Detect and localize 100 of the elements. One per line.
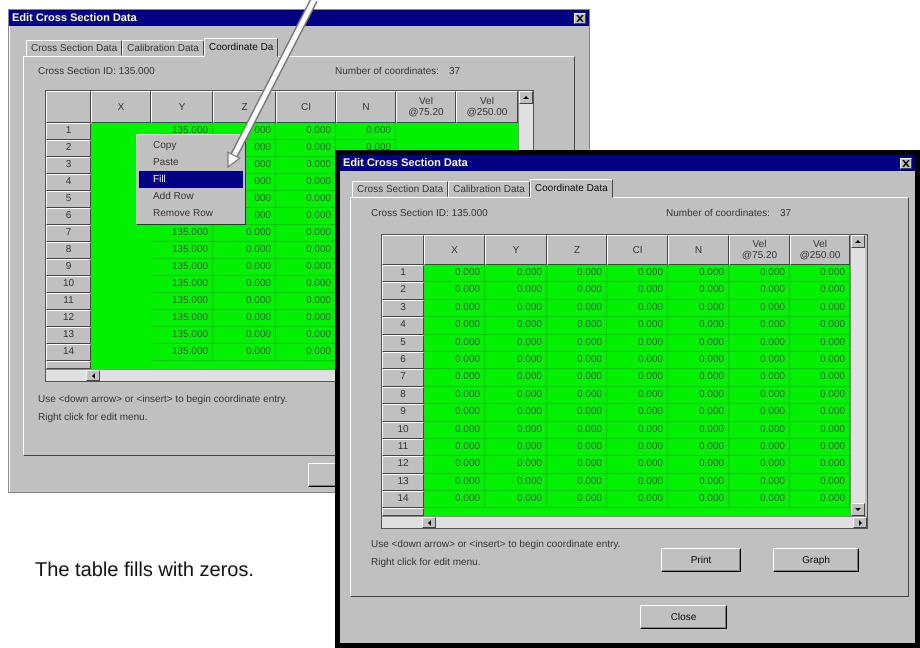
table-cell[interactable]: 0.000	[790, 404, 850, 422]
table-cell[interactable]: 0.000	[729, 386, 790, 404]
table-cell[interactable]: 0.000	[424, 369, 485, 387]
table-cell[interactable]: 0.000	[424, 404, 485, 422]
table-cell[interactable]: 135.000	[151, 225, 213, 242]
table-cell[interactable]: 0.000	[668, 474, 729, 492]
table-cell[interactable]: 0.000	[668, 422, 729, 439]
table-cell[interactable]: 0.000	[790, 317, 850, 335]
table-cell[interactable]: 0.000	[668, 438, 729, 456]
table-cell[interactable]: 0.000	[547, 300, 607, 318]
table-cell[interactable]: 0.000	[213, 259, 276, 276]
table-cell[interactable]: 0.000	[485, 386, 547, 404]
table-cell[interactable]: 0.000	[547, 422, 607, 439]
table-cell[interactable]: 0.000	[729, 474, 790, 492]
table-cell[interactable]: 0.000	[607, 491, 668, 508]
table-cell[interactable]: 0.000	[276, 327, 336, 344]
table-cell[interactable]: 0.000	[729, 422, 790, 439]
table-cell[interactable]: 0.000	[729, 404, 790, 422]
tab[interactable]: Cross Section Data	[26, 40, 122, 56]
table-cell[interactable]: 0.000	[790, 491, 850, 508]
table-cell[interactable]: 0.000	[668, 386, 729, 404]
table-cell[interactable]: 0.000	[729, 334, 790, 352]
table-cell[interactable]: 0.000	[424, 456, 485, 474]
table-cell[interactable]: 0.000	[668, 352, 729, 370]
table-cell[interactable]: 0.000	[424, 386, 485, 404]
table-cell[interactable]: 0.000	[213, 293, 276, 310]
table-cell[interactable]: 0.000	[790, 438, 850, 456]
table-cell[interactable]: 0.000	[485, 265, 547, 282]
table-cell[interactable]: 0.000	[485, 282, 547, 300]
menu-item[interactable]: Paste	[139, 154, 183, 171]
table-cell[interactable]: 0.000	[668, 404, 729, 422]
close-button[interactable]: Close	[640, 605, 727, 629]
table-cell[interactable]: 0.000	[547, 404, 607, 422]
row-header[interactable]: 3	[382, 300, 424, 318]
table-cell[interactable]: 0.000	[547, 317, 607, 335]
row-header[interactable]: 8	[46, 242, 91, 259]
row-header[interactable]: 5	[46, 191, 91, 208]
table-cell[interactable]: 0.000	[790, 265, 850, 282]
row-header[interactable]: 5	[382, 334, 424, 352]
menu-item[interactable]: Remove Row	[139, 205, 218, 222]
table-cell[interactable]: 0.000	[276, 344, 336, 361]
table-cell[interactable]: 0.000	[668, 300, 729, 318]
table-cell[interactable]: 0.000	[276, 293, 336, 310]
table-cell[interactable]: 0.000	[607, 456, 668, 474]
table-cell[interactable]: 0.000	[276, 191, 336, 208]
table-cell[interactable]: 0.000	[547, 282, 607, 300]
table-cell[interactable]: 0.000	[668, 282, 729, 300]
table-cell[interactable]: 0.000	[790, 386, 850, 404]
table-cell[interactable]: 135.000	[151, 242, 213, 259]
table-cell[interactable]: 0.000	[668, 265, 729, 282]
table-cell[interactable]: 0.000	[607, 265, 668, 282]
table-cell[interactable]: 0.000	[276, 174, 336, 191]
row-header[interactable]: 1	[46, 123, 91, 140]
table-cell[interactable]: 0.000	[668, 317, 729, 335]
table-cell[interactable]: 0.000	[790, 300, 850, 318]
table-cell[interactable]: 0.000	[729, 438, 790, 456]
table-cell[interactable]: 0.000	[213, 344, 276, 361]
row-header[interactable]: 9	[382, 404, 424, 422]
table-cell[interactable]: 0.000	[485, 369, 547, 387]
table-cell[interactable]: 0.000	[547, 369, 607, 387]
table-cell[interactable]: 0.000	[485, 300, 547, 318]
table-cell[interactable]: 0.000	[607, 422, 668, 439]
tab[interactable]: Calibration Data	[122, 40, 204, 56]
table-cell[interactable]: 0.000	[485, 317, 547, 335]
table-cell[interactable]: 0.000	[213, 276, 276, 293]
table-cell[interactable]: 0.000	[547, 474, 607, 492]
table-cell[interactable]: 0.000	[547, 334, 607, 352]
row-header[interactable]: 13	[382, 474, 424, 492]
table-cell[interactable]: 0.000	[790, 282, 850, 300]
table-cell[interactable]: 0.000	[790, 352, 850, 370]
table-cell[interactable]: 0.000	[424, 474, 485, 492]
table-cell[interactable]: 0.000	[790, 369, 850, 387]
table-cell[interactable]: 0.000	[424, 282, 485, 300]
table-cell[interactable]: 0.000	[276, 208, 336, 225]
print-button[interactable]: Print	[661, 548, 741, 572]
row-header[interactable]: 14	[382, 491, 424, 508]
table-cell[interactable]: 0.000	[607, 300, 668, 318]
table-cell[interactable]: 0.000	[607, 334, 668, 352]
table-cell[interactable]: 0.000	[485, 334, 547, 352]
table-cell[interactable]: 0.000	[276, 310, 336, 327]
table-cell[interactable]: 0.000	[213, 242, 276, 259]
table-cell[interactable]: 0.000	[424, 491, 485, 508]
table-cell[interactable]: 0.000	[276, 276, 336, 293]
tab[interactable]: Coordinate Data	[530, 179, 613, 198]
row-header[interactable]: 2	[382, 282, 424, 300]
table-cell[interactable]: 0.000	[485, 438, 547, 456]
table-cell[interactable]: 0.000	[790, 456, 850, 474]
table-cell[interactable]: 0.000	[547, 456, 607, 474]
table-cell[interactable]: 0.000	[424, 317, 485, 335]
menu-item[interactable]: Copy	[139, 137, 180, 154]
row-header[interactable]: 12	[382, 456, 424, 474]
table-cell[interactable]: 0.000	[668, 334, 729, 352]
table-cell[interactable]: 0.000	[729, 456, 790, 474]
table-cell[interactable]: 0.000	[424, 352, 485, 370]
table-cell[interactable]: 0.000	[336, 123, 396, 140]
table-cell[interactable]: 0.000	[790, 474, 850, 492]
table-cell[interactable]: 0.000	[424, 300, 485, 318]
table-cell[interactable]: 0.000	[547, 265, 607, 282]
tab[interactable]: Cross Section Data	[352, 181, 448, 197]
table-cell[interactable]: 0.000	[547, 386, 607, 404]
